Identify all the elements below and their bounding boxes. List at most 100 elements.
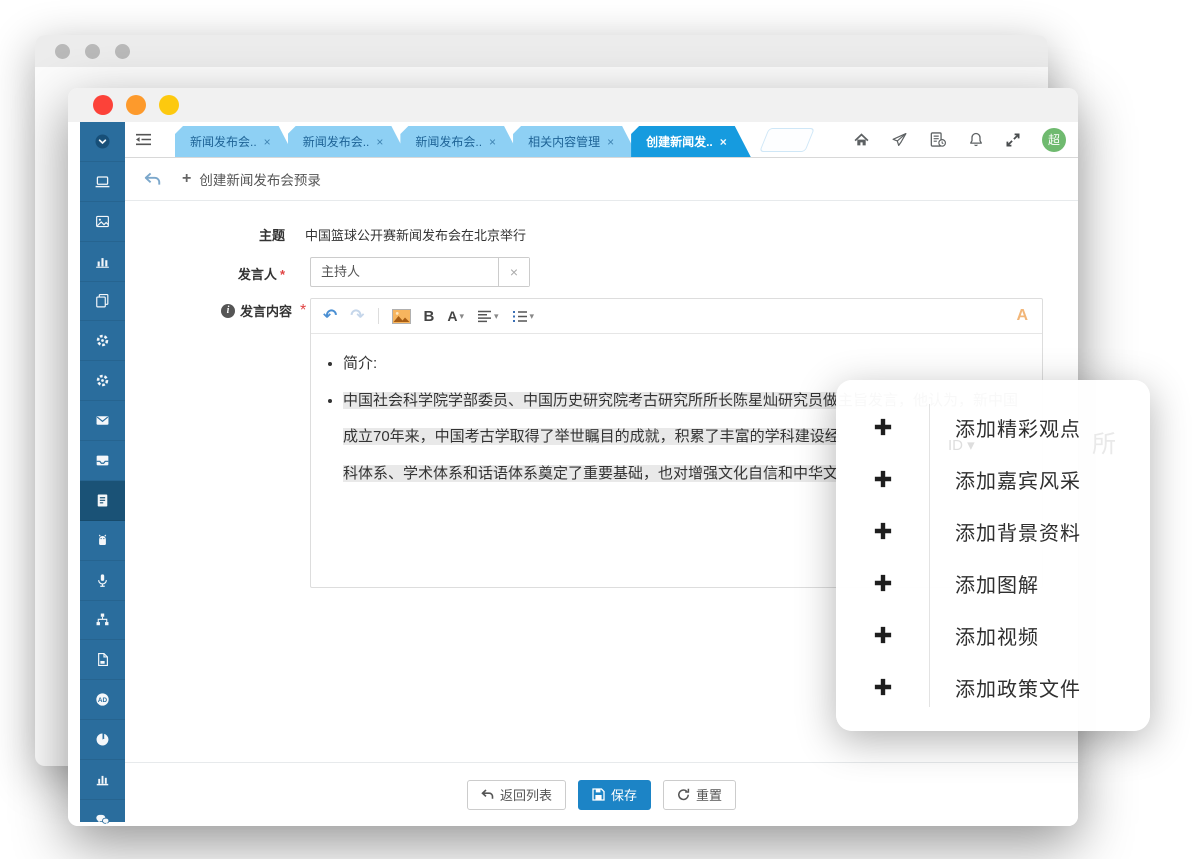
android-icon <box>94 532 111 549</box>
tab-close-icon[interactable]: × <box>376 135 383 149</box>
bold-icon[interactable]: B <box>424 308 435 325</box>
tab-close-icon[interactable]: × <box>264 135 271 149</box>
window-dot <box>85 44 100 59</box>
menu-item-add-highlights[interactable]: 添加精彩观点 <box>836 401 1150 453</box>
align-icon[interactable]: ▾ <box>477 310 499 323</box>
sidebar-item-pie-chart[interactable] <box>80 720 125 760</box>
tab-label: 创建新闻发.. <box>646 133 713 150</box>
menu-item-add-video[interactable]: 添加视频 <box>836 609 1150 661</box>
menu-item-add-policy-file[interactable]: 添加政策文件 <box>836 661 1150 713</box>
sidebar-item-documents[interactable] <box>80 282 125 322</box>
tab-close-icon[interactable]: × <box>607 135 614 149</box>
sidebar-item-android[interactable] <box>80 521 125 561</box>
chevron-down-icon: ▾ <box>530 311 535 322</box>
svg-text:AD: AD <box>98 697 108 704</box>
topbar-actions: 超 <box>853 122 1066 157</box>
menu-item-label: 添加嘉宾风采 <box>929 465 1081 494</box>
sidebar-item-collapse[interactable] <box>80 122 125 162</box>
chevron-down-icon: ▾ <box>494 311 499 322</box>
log-document-icon[interactable] <box>929 131 947 148</box>
tab-related-content[interactable]: 相关内容管理× <box>513 126 638 157</box>
send-icon[interactable] <box>891 132 908 148</box>
required-asterisk: * <box>300 302 306 320</box>
menu-item-label: 添加图解 <box>929 569 1039 598</box>
file-icon <box>94 651 111 668</box>
sidebar-item-audio[interactable] <box>80 561 125 601</box>
zoom-window-button[interactable] <box>159 95 179 115</box>
ordered-list-icon[interactable]: ▾ <box>512 310 535 323</box>
subject-value: 中国篮球公开赛新闻发布会在北京举行 <box>305 225 526 244</box>
column-chart-icon <box>94 771 111 788</box>
chat-bubbles-icon <box>94 811 111 826</box>
sidebar-toggle-icon[interactable] <box>134 131 153 153</box>
add-content-menu: ID ▾ 所 添加精彩观点 添加嘉宾风采 添加背景资料 添加图解 添加视频 添加… <box>836 380 1150 731</box>
menu-item-add-infographic[interactable]: 添加图解 <box>836 557 1150 609</box>
redo-icon[interactable]: ↷ <box>350 306 364 326</box>
sidebar-item-sitemap[interactable] <box>80 601 125 641</box>
save-button[interactable]: 保存 <box>578 780 651 810</box>
subject-label: 主题 <box>185 225 285 244</box>
minimize-window-button[interactable] <box>126 95 146 115</box>
reset-button[interactable]: 重置 <box>663 780 736 810</box>
close-window-button[interactable] <box>93 95 113 115</box>
back-to-list-button[interactable]: 返回列表 <box>467 780 566 810</box>
gear-icon <box>94 332 111 349</box>
main-window-titlebar <box>68 88 1078 122</box>
tab-news-conference-2[interactable]: 新闻发布会.. × <box>288 126 408 157</box>
laptop-icon <box>94 173 111 190</box>
tab-close-icon[interactable]: × <box>489 135 496 149</box>
sidebar: AD <box>80 122 125 822</box>
save-label: 保存 <box>611 785 637 804</box>
insert-image-icon[interactable] <box>392 309 411 324</box>
sidebar-item-ad[interactable]: AD <box>80 680 125 720</box>
save-icon <box>592 788 605 801</box>
font-color-icon[interactable]: A▾ <box>447 308 464 324</box>
clear-input-icon[interactable]: × <box>498 258 529 286</box>
copy-icon <box>94 292 111 309</box>
sidebar-item-settings[interactable] <box>80 321 125 361</box>
sidebar-item-report-chart[interactable] <box>80 760 125 800</box>
sidebar-item-statistics[interactable] <box>80 242 125 282</box>
required-asterisk: * <box>280 267 285 282</box>
avatar[interactable]: 超 <box>1042 128 1066 152</box>
editor-resize-icon[interactable]: A <box>1016 307 1028 325</box>
menu-item-label: 添加政策文件 <box>929 673 1081 702</box>
menu-item-add-guests[interactable]: 添加嘉宾风采 <box>836 453 1150 505</box>
tab-close-icon[interactable]: × <box>720 135 727 149</box>
tab-label: 新闻发布会.. <box>303 133 370 150</box>
sidebar-item-messages[interactable] <box>80 401 125 441</box>
chevron-down-icon: ▾ <box>459 311 464 322</box>
menu-item-add-background[interactable]: 添加背景资料 <box>836 505 1150 557</box>
reset-icon <box>677 788 690 801</box>
plus-icon <box>836 416 929 438</box>
sidebar-item-dashboard[interactable] <box>80 162 125 202</box>
tab-create-news-conference[interactable]: 创建新闻发.. × <box>631 126 751 157</box>
sidebar-item-chat[interactable] <box>80 800 125 826</box>
bell-icon[interactable] <box>968 131 984 148</box>
tab-news-conference-1[interactable]: 新闻发布会..× <box>175 126 295 157</box>
back-arrow-icon[interactable] <box>143 171 162 187</box>
sidebar-item-media[interactable] <box>80 202 125 242</box>
window-dot <box>55 44 70 59</box>
back-arrow-icon <box>481 789 494 800</box>
speaker-input[interactable]: 主持人 <box>311 258 498 286</box>
editor-toolbar: ↶ ↷ B A▾ ▾ ▾ A <box>311 299 1042 334</box>
window-dot <box>115 44 130 59</box>
undo-icon[interactable]: ↶ <box>323 306 337 326</box>
home-icon[interactable] <box>853 132 870 148</box>
sidebar-item-news-article[interactable] <box>80 481 125 521</box>
expand-icon[interactable] <box>1005 132 1021 148</box>
sidebar-item-inbox[interactable] <box>80 441 125 481</box>
sidebar-item-config[interactable] <box>80 361 125 401</box>
microphone-icon <box>94 572 111 589</box>
back-to-list-label: 返回列表 <box>500 785 552 804</box>
menu-item-label: 添加精彩观点 <box>929 413 1081 442</box>
inbox-icon <box>94 452 111 469</box>
plus-icon <box>836 520 929 542</box>
plus-icon <box>836 468 929 490</box>
tab-news-conference-3[interactable]: 新闻发布会.. × <box>400 126 520 157</box>
tab-label: 新闻发布会.. <box>415 133 482 150</box>
sidebar-item-file[interactable] <box>80 640 125 680</box>
form-footer: 返回列表 保存 重置 <box>125 762 1078 826</box>
plus-icon <box>836 624 929 646</box>
